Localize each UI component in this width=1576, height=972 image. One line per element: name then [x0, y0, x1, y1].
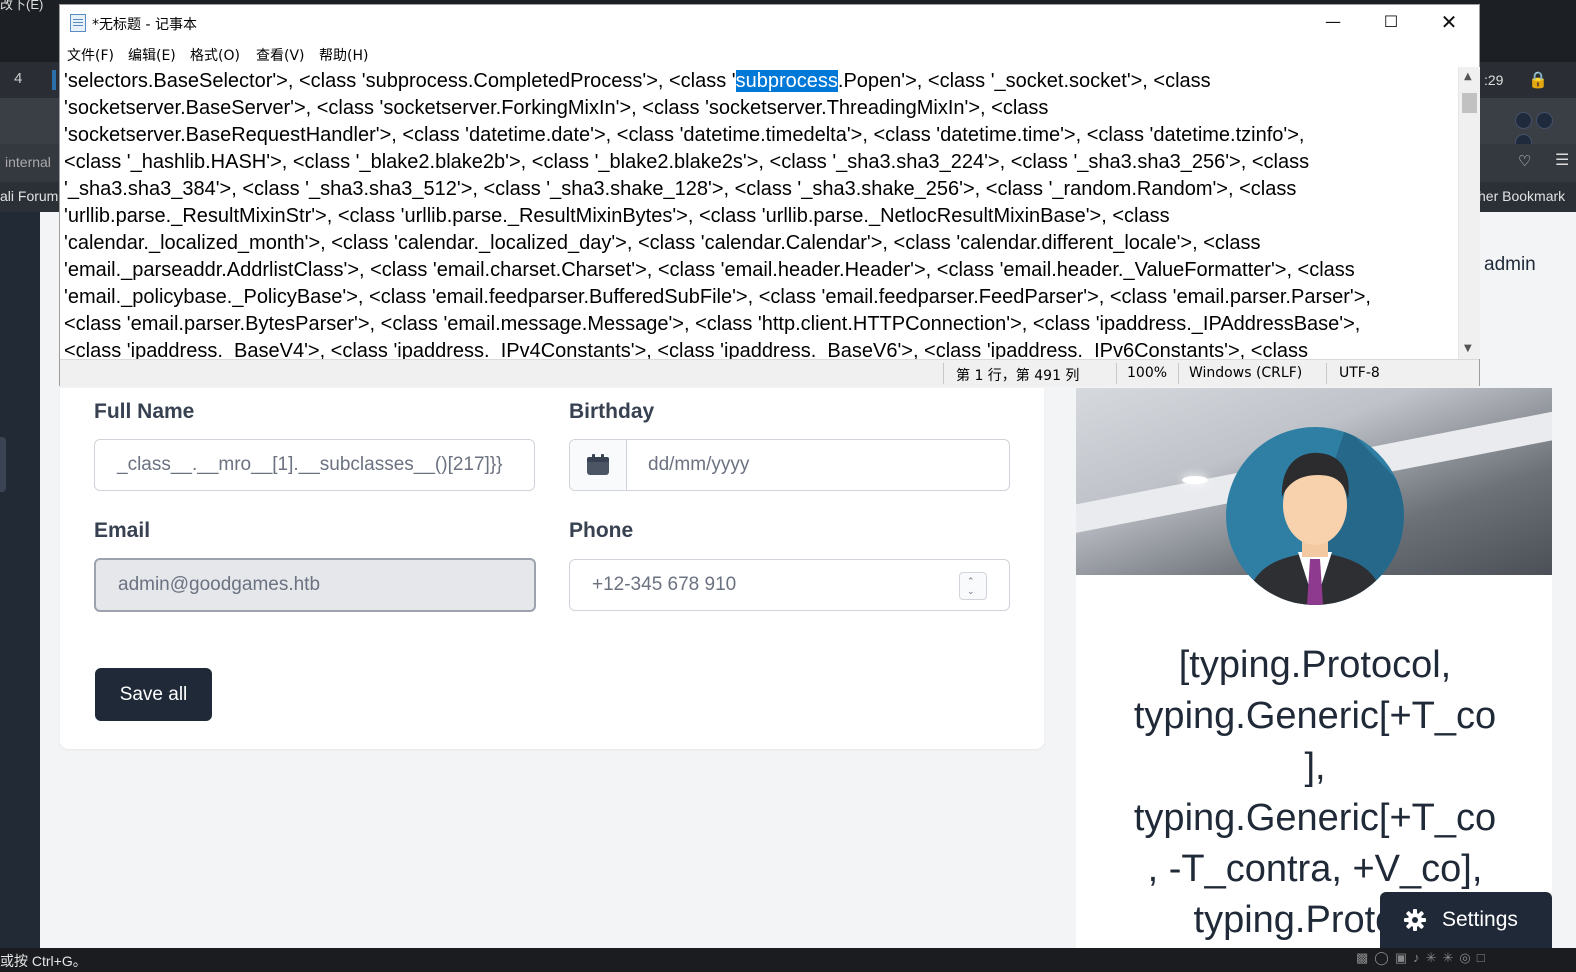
full-name-value: _class__.__mro__[1].__subclasses__()[217…: [117, 454, 503, 475]
status-hint: 或按 Ctrl+G。: [0, 953, 87, 969]
text-line: <class 'ipaddress._BaseV4'>, <class 'ipa…: [64, 340, 1309, 359]
notepad-text-area[interactable]: 'selectors.BaseSelector'>, <class 'subpr…: [60, 67, 1458, 359]
profile-name-line: typing.Generic[+T_co: [1133, 797, 1497, 839]
phone-label: Phone: [569, 519, 634, 542]
maximize-icon[interactable]: ☐: [1362, 5, 1420, 39]
notepad-title-bar[interactable]: *无标题 - 记事本 — ☐ ✕: [60, 5, 1479, 39]
text-line: 'email._policybase._PolicyBase'>, <class…: [64, 286, 1371, 308]
birthday-label: Birthday: [569, 400, 655, 423]
clock-fragment: :29: [1484, 72, 1504, 88]
workspace-number[interactable]: 4: [14, 70, 22, 87]
notepad-title: *无标题 - 记事本: [92, 17, 197, 33]
menu-help[interactable]: 帮助(H): [319, 45, 368, 65]
bookmark-item[interactable]: ali Forum: [0, 188, 58, 204]
lock-icon[interactable]: 🔒: [1528, 70, 1548, 90]
page-sidebar: [0, 212, 40, 948]
hamburger-menu-icon[interactable]: ☰: [1555, 150, 1569, 170]
phone-value: +12-345 678 910: [592, 574, 737, 595]
text-line: <class '_hashlib.HASH'>, <class '_blake2…: [64, 151, 1310, 173]
profile-name-line: [typing.Protocol,: [1178, 644, 1452, 686]
date-addon: [570, 440, 627, 490]
gear-icon: [1404, 909, 1426, 931]
email-label: Email: [94, 519, 151, 542]
settings-button[interactable]: Settings: [1380, 892, 1552, 948]
text-line: 'email._parseaddr.AddrlistClass'>, <clas…: [64, 259, 1355, 281]
url-fragment[interactable]: internal: [5, 154, 51, 170]
settings-label: Settings: [1442, 908, 1518, 931]
profile-name-line: , -T_contra, +V_co],: [1147, 848, 1483, 890]
notepad-status-bar: 第 1 行，第 491 列 100% Windows (CRLF) UTF-8: [60, 359, 1479, 387]
text-line: 'socketserver.BaseServer'>, <class 'sock…: [64, 97, 1049, 119]
calendar-icon: [587, 454, 609, 475]
zoom-level: 100%: [1127, 365, 1168, 381]
text-line: 'socketserver.BaseRequestHandler'>, <cla…: [64, 124, 1305, 146]
user-avatar-illustration: [1246, 427, 1404, 605]
birthday-input[interactable]: dd/mm/yyyy: [569, 439, 1010, 491]
text-line: 'urllib.parse._ResultMixinStr'>, <class …: [64, 205, 1170, 227]
notepad-icon: [70, 14, 86, 32]
full-name-label: Full Name: [94, 400, 195, 423]
selected-text: subprocess: [735, 70, 838, 92]
cursor-position: 第 1 行，第 491 列: [956, 368, 1080, 384]
number-spinner[interactable]: ⌃ ⌄: [959, 572, 987, 600]
scroll-thumb[interactable]: [1462, 93, 1477, 113]
encoding: UTF-8: [1339, 365, 1380, 381]
text-line: '_sha3.sha3_384'>, <class '_sha3.sha3_51…: [64, 178, 1297, 200]
vertical-scrollbar[interactable]: ▲ ▼: [1458, 67, 1480, 359]
scroll-down-icon[interactable]: ▼: [1464, 343, 1472, 354]
spin-up-icon[interactable]: ⌃: [967, 576, 975, 586]
background-status-bar: 或按 Ctrl+G。 ▩◯▣♪✳✳◎□: [0, 948, 1576, 972]
birthday-placeholder: dd/mm/yyyy: [648, 454, 750, 475]
text-line: 'selectors.BaseSelector'>, <class 'subpr…: [64, 70, 1211, 92]
scroll-up-icon[interactable]: ▲: [1464, 71, 1472, 82]
pocket-icon[interactable]: ♡: [1518, 152, 1531, 170]
spin-down-icon[interactable]: ⌄: [967, 586, 975, 596]
text-line: <class 'email.parser.BytesParser'>, <cla…: [64, 313, 1361, 335]
menu-edit[interactable]: 编辑(E): [128, 45, 176, 65]
notepad-menu-bar: 文件(F) 编辑(E) 格式(O) 查看(V) 帮助(H): [60, 39, 1479, 67]
menu-file[interactable]: 文件(F): [67, 45, 114, 65]
menu-view[interactable]: 查看(V): [256, 45, 305, 65]
sidebar-toggle-handle[interactable]: [0, 437, 6, 492]
other-bookmarks[interactable]: her Bookmark: [1478, 188, 1565, 204]
save-all-button[interactable]: Save all: [95, 668, 212, 721]
full-name-input[interactable]: _class__.__mro__[1].__subclasses__()[217…: [94, 439, 535, 491]
system-tray-icons: ▩◯▣♪✳✳◎□: [1356, 950, 1491, 965]
line-ending: Windows (CRLF): [1189, 365, 1303, 381]
avatar: [1226, 427, 1404, 605]
profile-name-line: typing.Generic[+T_co: [1133, 695, 1497, 737]
text-line: 'calendar._localized_month'>, <class 'ca…: [64, 232, 1261, 254]
background-menu-fragment: 改下(E): [0, 0, 44, 12]
profile-name-line: ],: [1304, 746, 1326, 788]
workspace-indicator: [52, 70, 56, 90]
phone-input[interactable]: +12-345 678 910 ⌃ ⌄: [569, 559, 1010, 611]
email-input: admin@goodgames.htb: [94, 558, 536, 612]
close-icon[interactable]: ✕: [1420, 5, 1478, 39]
email-value: admin@goodgames.htb: [118, 574, 321, 595]
admin-username[interactable]: admin: [1484, 254, 1536, 276]
minimize-icon[interactable]: —: [1304, 5, 1362, 39]
notepad-window: *无标题 - 记事本 — ☐ ✕ 文件(F) 编辑(E) 格式(O) 查看(V)…: [59, 4, 1480, 387]
menu-format[interactable]: 格式(O): [190, 45, 240, 65]
